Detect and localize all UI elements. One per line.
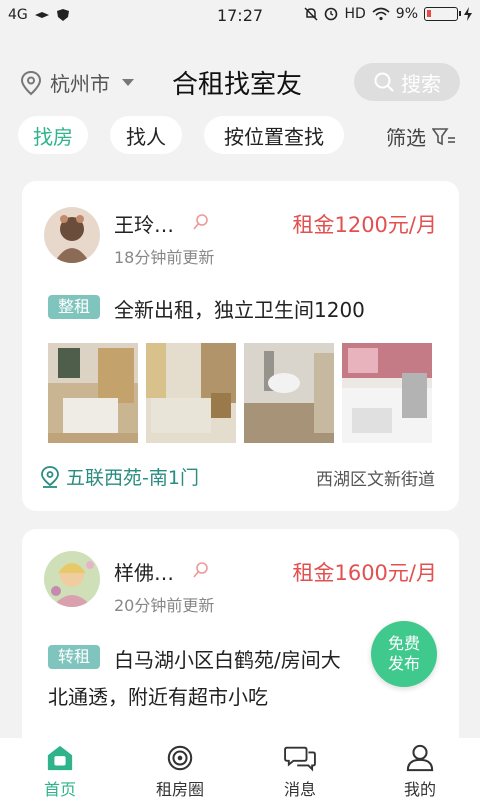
nav-rent-circle[interactable]: 租房圈 — [120, 738, 240, 800]
female-icon — [193, 562, 208, 578]
tab-label: 按位置查找 — [224, 124, 324, 149]
battery-percent: 9% — [395, 6, 418, 22]
filter-icon — [432, 127, 455, 145]
battery-icon — [424, 7, 461, 21]
filter-bar: 找房 找人 按位置查找 筛选 — [0, 116, 480, 156]
filter-label: 筛选 — [386, 126, 426, 150]
status-bar: 4G 17:27 HD 9% — [0, 0, 480, 32]
fab-line2: 发布 — [387, 654, 420, 673]
avatar[interactable] — [44, 207, 100, 263]
free-publish-button[interactable]: 免费 发布 — [371, 621, 437, 687]
tab-label: 找房 — [33, 124, 73, 149]
nav-messages[interactable]: 消息 — [240, 738, 360, 800]
updated-time: 20分钟前更新 — [114, 596, 215, 615]
room-photo[interactable] — [342, 343, 432, 443]
fab-line1: 免费 — [387, 634, 420, 653]
city-name: 杭州市 — [50, 72, 110, 96]
map-pin-icon — [41, 465, 59, 488]
rent-price: 租金1600元/月 — [292, 561, 437, 585]
tab-by-location[interactable]: 按位置查找 — [204, 116, 344, 154]
nav-home[interactable]: 首页 — [0, 738, 120, 800]
header: 杭州市 合租找室友 搜索 — [0, 56, 480, 108]
hd-label: HD — [344, 6, 366, 22]
nav-label: 租房圈 — [155, 780, 204, 799]
photo-gallery — [48, 343, 432, 443]
charging-icon — [464, 7, 472, 21]
listing-location[interactable]: 五联西苑-南1门 — [40, 463, 199, 490]
listing-card[interactable]: 王玲… 租金1200元/月 18分钟前更新 整租 全新出租，独立卫生间1200 … — [22, 181, 459, 511]
message-icon — [284, 746, 316, 772]
filter-button[interactable]: 筛选 — [386, 122, 456, 151]
search-icon — [374, 72, 394, 92]
room-photo[interactable] — [48, 343, 138, 443]
nav-profile[interactable]: 我的 — [360, 738, 480, 800]
search-label: 搜索 — [401, 71, 441, 96]
district-label: 西湖区文新街道 — [316, 470, 435, 490]
nav-label: 消息 — [283, 780, 316, 799]
rental-type-badge: 整租 — [48, 295, 101, 319]
rental-type-badge: 转租 — [48, 645, 101, 669]
profile-icon — [406, 744, 434, 772]
room-photo[interactable] — [146, 343, 236, 443]
listing-description-continued: 北通透，附近有超市小吃 — [48, 685, 268, 709]
location-pin-icon — [20, 70, 42, 95]
caret-down-icon — [122, 79, 134, 86]
circle-icon — [167, 745, 193, 771]
nav-label: 首页 — [43, 780, 76, 799]
user-name: 样佛… — [114, 561, 174, 585]
female-icon — [193, 214, 208, 230]
wifi-icon — [372, 7, 390, 21]
mute-icon — [304, 7, 318, 21]
tab-label: 找人 — [126, 124, 166, 149]
city-selector[interactable]: 杭州市 — [20, 68, 134, 97]
listing-description: 白马湖小区白鹤苑/房间大 — [114, 648, 341, 672]
user-name: 王玲… — [114, 213, 174, 237]
room-photo[interactable] — [244, 343, 334, 443]
home-icon — [47, 745, 73, 771]
location-name: 五联西苑-南1门 — [66, 467, 199, 489]
bottom-nav: 首页 租房圈 消息 我的 — [0, 738, 480, 800]
nav-label: 我的 — [403, 780, 436, 799]
tab-find-people[interactable]: 找人 — [110, 116, 182, 154]
page-title: 合租找室友 — [172, 70, 303, 100]
tab-find-room[interactable]: 找房 — [18, 116, 88, 154]
search-button[interactable]: 搜索 — [354, 63, 460, 101]
avatar[interactable] — [44, 551, 100, 607]
listing-description: 全新出租，独立卫生间1200 — [114, 298, 365, 322]
rent-price: 租金1200元/月 — [292, 213, 437, 237]
alarm-icon — [325, 7, 338, 21]
updated-time: 18分钟前更新 — [114, 248, 215, 267]
